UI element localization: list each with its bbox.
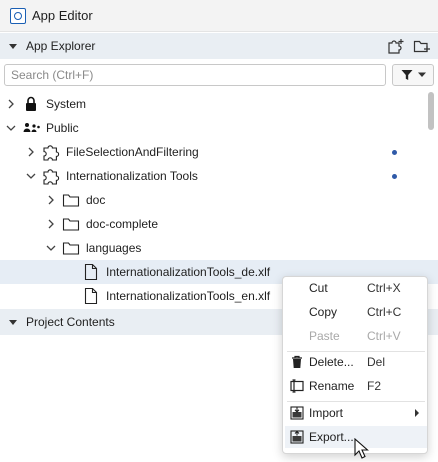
chevron-down-icon[interactable] bbox=[46, 243, 56, 253]
menu-item-shortcut: Ctrl+C bbox=[367, 305, 402, 319]
project-contents-title: Project Contents bbox=[26, 315, 115, 329]
puzzle-icon bbox=[43, 145, 60, 161]
tree-scrollbar[interactable] bbox=[428, 92, 434, 130]
menu-item-cut[interactable]: Cut Ctrl+X bbox=[285, 277, 427, 299]
search-input[interactable] bbox=[4, 64, 386, 86]
menu-item-shortcut: F2 bbox=[367, 379, 382, 393]
tree-item-label: System bbox=[46, 97, 87, 111]
filter-button[interactable] bbox=[392, 64, 434, 86]
tree-item-doc[interactable]: doc bbox=[0, 188, 426, 212]
tree-item-languages[interactable]: languages bbox=[0, 236, 426, 260]
menu-item-label: Delete... bbox=[309, 355, 354, 369]
tree-item-public[interactable]: Public bbox=[0, 116, 426, 140]
tree-item-internationalization-tools[interactable]: Internationalization Tools bbox=[0, 164, 426, 188]
filter-icon bbox=[401, 70, 412, 80]
mouse-cursor-icon bbox=[354, 438, 369, 459]
chevron-right-icon[interactable] bbox=[6, 99, 16, 109]
export-icon bbox=[290, 430, 304, 444]
modified-indicator-dot bbox=[392, 174, 397, 179]
trash-icon bbox=[292, 355, 302, 368]
chevron-right-icon[interactable] bbox=[46, 195, 56, 205]
app-editor-icon bbox=[10, 7, 26, 24]
rename-icon bbox=[290, 379, 304, 393]
collapse-caret-icon[interactable] bbox=[9, 319, 17, 325]
menu-item-import[interactable]: Import bbox=[285, 402, 427, 424]
folder-icon bbox=[62, 242, 80, 255]
menu-item-shortcut: Ctrl+X bbox=[367, 281, 401, 295]
app-explorer-title: App Explorer bbox=[26, 39, 96, 53]
menu-item-delete[interactable]: Delete... Del bbox=[285, 351, 427, 373]
import-icon bbox=[290, 406, 304, 420]
menu-item-shortcut: Del bbox=[367, 355, 386, 369]
tree-item-label: doc bbox=[86, 193, 106, 207]
menu-item-shortcut: Ctrl+V bbox=[367, 329, 401, 343]
submenu-arrow-icon bbox=[415, 409, 419, 417]
collapse-caret-icon[interactable] bbox=[9, 43, 17, 49]
menu-item-label: Import bbox=[309, 406, 344, 420]
tree-item-fileselectionandfiltering[interactable]: FileSelectionAndFiltering bbox=[0, 140, 426, 164]
app-explorer-header[interactable]: App Explorer bbox=[0, 33, 438, 59]
tree-item-doc-complete[interactable]: doc-complete bbox=[0, 212, 426, 236]
chevron-right-icon[interactable] bbox=[26, 147, 36, 157]
menu-item-label: Copy bbox=[309, 305, 338, 319]
public-icon bbox=[23, 123, 40, 132]
new-module-button[interactable] bbox=[386, 37, 406, 55]
menu-item-copy[interactable]: Copy Ctrl+C bbox=[285, 301, 427, 323]
menu-item-label: Export... bbox=[309, 430, 354, 444]
file-icon bbox=[84, 287, 98, 305]
menu-item-label: Cut bbox=[309, 281, 328, 295]
menu-item-label: Paste bbox=[309, 329, 340, 343]
chevron-down-icon[interactable] bbox=[6, 123, 16, 133]
menu-item-paste[interactable]: Paste Ctrl+V bbox=[285, 325, 427, 347]
folder-icon bbox=[62, 194, 80, 207]
tree-item-system[interactable]: System bbox=[0, 92, 426, 116]
tree-item-label: languages bbox=[86, 241, 142, 255]
tree-item-label: InternationalizationTools_de.xlf bbox=[106, 265, 271, 279]
puzzle-icon bbox=[43, 169, 60, 185]
new-module-icon bbox=[388, 39, 404, 54]
tree-item-label: FileSelectionAndFiltering bbox=[66, 145, 199, 159]
window-title: App Editor bbox=[32, 8, 93, 23]
chevron-down-icon[interactable] bbox=[26, 171, 36, 181]
new-folder-icon bbox=[413, 40, 430, 53]
tree-item-label: InternationalizationTools_en.xlf bbox=[106, 289, 271, 303]
chevron-right-icon[interactable] bbox=[46, 219, 56, 229]
chevron-down-icon bbox=[417, 72, 426, 77]
search-row bbox=[0, 62, 438, 90]
menu-item-label: Rename bbox=[309, 379, 355, 393]
file-icon bbox=[84, 263, 98, 281]
folder-icon bbox=[62, 218, 80, 231]
tree-item-label: Public bbox=[46, 121, 79, 135]
modified-indicator-dot bbox=[392, 150, 397, 155]
new-folder-button[interactable] bbox=[412, 37, 432, 55]
context-menu: Cut Ctrl+X Copy Ctrl+C Paste Ctrl+V Dele… bbox=[282, 276, 428, 454]
title-bar: App Editor bbox=[0, 0, 438, 32]
tree-item-label: Internationalization Tools bbox=[66, 169, 198, 183]
lock-icon bbox=[26, 96, 36, 111]
menu-item-rename[interactable]: Rename F2 bbox=[285, 375, 427, 397]
tree-item-label: doc-complete bbox=[86, 217, 159, 231]
